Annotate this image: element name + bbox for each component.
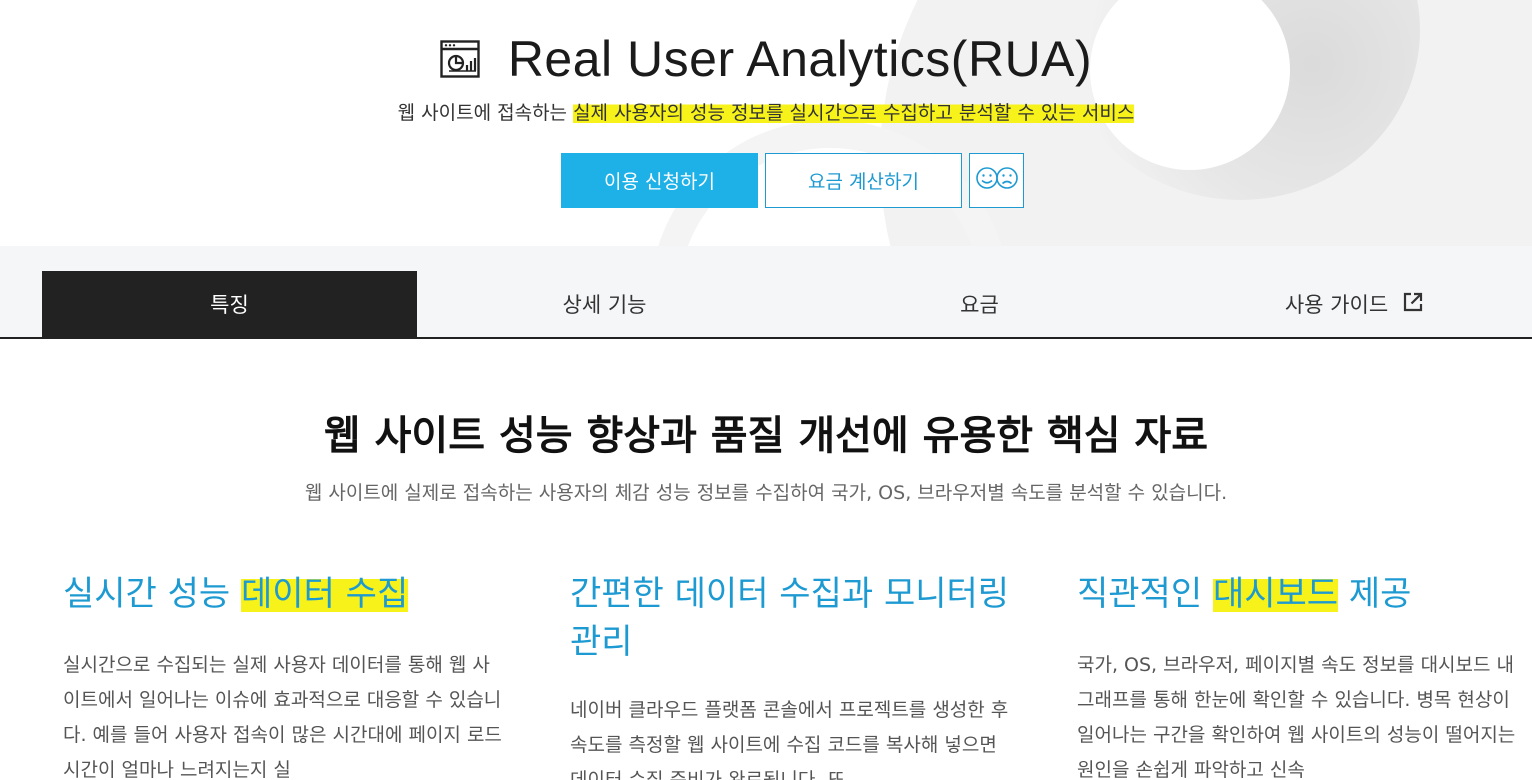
feature-title-highlight: 데이터 수집 bbox=[241, 574, 409, 614]
tab-features[interactable]: 특징 bbox=[42, 271, 417, 337]
tab-list: 특징 상세 기능 요금 사용 가이드 bbox=[42, 271, 1532, 337]
price-calculator-button[interactable]: 요금 계산하기 bbox=[765, 153, 962, 208]
feature-title-text: 간편한 데이터 수집과 모니터링 관리 bbox=[570, 574, 1010, 662]
feature-card: 간편한 데이터 수집과 모니터링 관리 네이버 클라우드 플랫폼 콘솔에서 프로… bbox=[570, 570, 1010, 780]
tab-pricing[interactable]: 요금 bbox=[792, 271, 1167, 337]
hero-section: Real User Analytics(RUA) 웹 사이트에 접속하는 실제 … bbox=[0, 0, 1532, 246]
hero-actions: 이용 신청하기 요금 계산하기 bbox=[561, 153, 1024, 208]
hero-description-text: 웹 사이트에 접속하는 bbox=[397, 102, 574, 124]
feature-title-text: 제공 bbox=[1338, 574, 1412, 614]
feature-description: 네이버 클라우드 플랫폼 콘솔에서 프로젝트를 생성한 후 속도를 측정할 웹 … bbox=[570, 699, 1009, 780]
tab-label: 요금 bbox=[960, 293, 999, 317]
feature-description: 실시간으로 수집되는 실제 사용자 데이터를 통해 웹 사이트에서 일어나는 이… bbox=[63, 654, 502, 780]
feature-card: 직관적인 대시보드 제공 국가, OS, 브라우저, 페이지별 속도 정보를 대… bbox=[1077, 570, 1517, 780]
smiley-frown-faces-icon bbox=[975, 165, 1019, 196]
feature-title: 실시간 성능 데이터 수집 bbox=[63, 570, 503, 618]
feature-title: 간편한 데이터 수집과 모니터링 관리 bbox=[570, 570, 1010, 666]
tab-label: 특징 bbox=[210, 293, 249, 317]
hero-description-highlight: 실제 사용자의 성능 정보를 실시간으로 수집하고 분석할 수 있는 서비스 bbox=[573, 102, 1135, 124]
tab-bar: 특징 상세 기능 요금 사용 가이드 bbox=[0, 246, 1532, 339]
feature-description: 국가, OS, 브라우저, 페이지별 속도 정보를 대시보드 내 그래프를 통해… bbox=[1077, 654, 1516, 780]
feature-title-text: 실시간 성능 bbox=[63, 574, 242, 614]
apply-button[interactable]: 이용 신청하기 bbox=[561, 153, 758, 208]
hero-description: 웹 사이트에 접속하는 실제 사용자의 성능 정보를 실시간으로 수집하고 분석… bbox=[0, 98, 1532, 125]
feedback-button[interactable] bbox=[969, 153, 1024, 208]
tab-label: 상세 기능 bbox=[562, 293, 647, 317]
section-title: 웹 사이트 성능 향상과 품질 개선에 유용한 핵심 자료 bbox=[323, 413, 1209, 459]
tab-user-guide[interactable]: 사용 가이드 bbox=[1167, 271, 1532, 337]
feature-title-text: 직관적인 bbox=[1077, 574, 1213, 614]
external-link-icon bbox=[1402, 291, 1424, 318]
hero-title-row: Real User Analytics(RUA) bbox=[0, 30, 1532, 88]
tab-detail-functions[interactable]: 상세 기능 bbox=[417, 271, 792, 337]
feature-title-highlight: 대시보드 bbox=[1212, 574, 1339, 614]
feature-title: 직관적인 대시보드 제공 bbox=[1077, 570, 1517, 618]
tab-label: 사용 가이드 bbox=[1284, 293, 1389, 317]
page-title: Real User Analytics(RUA) bbox=[507, 31, 1093, 87]
feature-card: 실시간 성능 데이터 수집 실시간으로 수집되는 실제 사용자 데이터를 통해 … bbox=[63, 570, 503, 780]
dashboard-window-icon bbox=[440, 40, 480, 78]
section-subtitle: 웹 사이트에 실제로 접속하는 사용자의 체감 성능 정보를 수집하여 국가, … bbox=[304, 482, 1228, 504]
